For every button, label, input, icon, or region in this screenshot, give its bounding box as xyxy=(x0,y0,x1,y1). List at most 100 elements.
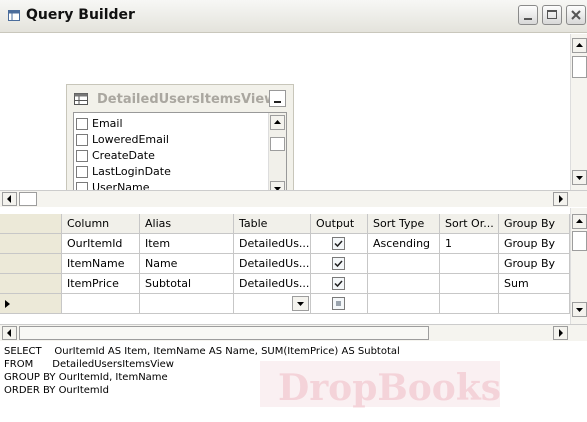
cell-output[interactable] xyxy=(311,294,368,314)
scroll-down-button[interactable] xyxy=(572,302,587,317)
scroll-up-button[interactable] xyxy=(572,214,587,229)
list-item[interactable]: CreateDate xyxy=(74,148,270,164)
column-checkbox[interactable] xyxy=(76,118,88,130)
cell-sort-order[interactable]: 1 xyxy=(440,234,499,254)
column-header[interactable]: Column xyxy=(62,214,140,234)
current-row-arrow-icon xyxy=(5,300,10,308)
title-bar[interactable]: Query Builder xyxy=(0,0,587,33)
close-icon xyxy=(571,10,581,20)
arrow-up-icon xyxy=(274,120,281,124)
minimize-button[interactable] xyxy=(518,5,538,25)
cell-column[interactable]: OurItemId xyxy=(62,234,140,254)
diagram-horizontal-scrollbar[interactable] xyxy=(0,190,587,207)
scroll-down-button[interactable] xyxy=(572,170,587,185)
cell-alias[interactable]: Item xyxy=(140,234,234,254)
output-checkbox[interactable] xyxy=(332,257,345,270)
scroll-up-button[interactable] xyxy=(270,115,285,130)
maximize-button[interactable] xyxy=(542,5,562,25)
cell-sort-type[interactable] xyxy=(368,294,440,314)
watermark-text: DropBooks xyxy=(278,367,500,409)
cell-group-by[interactable]: Sum xyxy=(499,274,570,294)
cell-column[interactable] xyxy=(62,294,140,314)
row-selector[interactable] xyxy=(0,254,62,274)
scroll-left-button[interactable] xyxy=(2,192,17,206)
cell-table[interactable]: DetailedUs... xyxy=(234,234,311,254)
cell-table[interactable]: DetailedUs... xyxy=(234,254,311,274)
cell-output[interactable] xyxy=(311,234,368,254)
sql-line[interactable]: ORDER BY OurItemId xyxy=(4,385,109,396)
scroll-right-button[interactable] xyxy=(553,326,568,340)
column-checkbox[interactable] xyxy=(76,166,88,178)
column-header[interactable]: Table xyxy=(234,214,311,234)
table-view-icon xyxy=(74,93,88,105)
cell-sort-order[interactable] xyxy=(440,294,499,314)
table-dropdown-button[interactable] xyxy=(292,296,309,311)
cell-sort-order[interactable] xyxy=(440,274,499,294)
column-header[interactable]: Output xyxy=(311,214,368,234)
grid-vertical-scrollbar[interactable] xyxy=(570,208,587,324)
column-checkbox[interactable] xyxy=(76,150,88,162)
table-column-list[interactable]: Email LoweredEmail CreateDate LastLoginD… xyxy=(73,112,287,200)
scroll-thumb[interactable] xyxy=(572,56,587,78)
diagram-pane[interactable]: DetailedUsersItemsView Email LoweredEmai… xyxy=(8,34,578,206)
scroll-up-button[interactable] xyxy=(572,38,587,53)
output-checkbox[interactable] xyxy=(332,237,345,250)
column-header[interactable]: Sort Type xyxy=(368,214,440,234)
column-header[interactable]: Alias xyxy=(140,214,234,234)
cell-sort-type[interactable]: Ascending xyxy=(368,234,440,254)
column-list-scrollbar[interactable] xyxy=(268,113,286,199)
cell-output[interactable] xyxy=(311,274,368,294)
watermark-logo: DropBooks xyxy=(260,361,500,409)
table-widget-title: DetailedUsersItemsView xyxy=(97,92,277,107)
grid-horizontal-scrollbar[interactable] xyxy=(0,324,587,341)
scroll-left-button[interactable] xyxy=(2,326,17,340)
cell-alias[interactable]: Name xyxy=(140,254,234,274)
cell-column[interactable]: ItemName xyxy=(62,254,140,274)
criteria-grid[interactable]: Column Alias Table Output Sort Type Sort… xyxy=(0,208,570,324)
sql-line[interactable]: GROUP BY OurItemId, ItemName xyxy=(4,372,168,383)
cell-sort-order[interactable] xyxy=(440,254,499,274)
arrow-down-icon xyxy=(576,308,583,312)
row-selector[interactable] xyxy=(0,274,62,294)
sql-line[interactable]: FROM DetailedUsersItemsView xyxy=(4,359,174,370)
cell-alias[interactable]: Subtotal xyxy=(140,274,234,294)
cell-group-by[interactable]: Group By xyxy=(499,254,570,274)
cell-table[interactable]: DetailedUs... xyxy=(234,274,311,294)
table-widget[interactable]: DetailedUsersItemsView Email LoweredEmai… xyxy=(66,84,294,206)
check-icon xyxy=(334,260,343,268)
cell-column[interactable]: ItemPrice xyxy=(62,274,140,294)
maximize-icon xyxy=(547,10,557,19)
list-item[interactable]: LoweredEmail xyxy=(74,132,270,148)
cell-table-dropdown[interactable] xyxy=(234,294,311,314)
output-checkbox[interactable] xyxy=(332,297,345,310)
column-checkbox[interactable] xyxy=(76,134,88,146)
cell-sort-type[interactable] xyxy=(368,254,440,274)
scroll-thumb[interactable] xyxy=(270,137,285,151)
list-item[interactable]: Email xyxy=(74,116,270,132)
arrow-right-icon xyxy=(559,329,563,337)
column-header[interactable]: Group By xyxy=(499,214,570,234)
minimize-icon xyxy=(524,18,532,20)
row-header-corner xyxy=(0,214,62,234)
scroll-thumb[interactable] xyxy=(19,326,429,340)
scroll-thumb[interactable] xyxy=(572,231,587,251)
column-name: Email xyxy=(92,117,123,130)
close-button[interactable] xyxy=(566,5,586,25)
column-header[interactable]: Sort Or... xyxy=(440,214,499,234)
scroll-thumb[interactable] xyxy=(19,192,37,206)
diagram-vertical-scrollbar[interactable] xyxy=(570,34,587,190)
arrow-up-icon xyxy=(576,219,583,223)
scroll-right-button[interactable] xyxy=(553,192,568,206)
cell-sort-type[interactable] xyxy=(368,274,440,294)
row-selector-current[interactable] xyxy=(0,294,62,314)
cell-group-by[interactable] xyxy=(499,294,570,314)
query-builder-icon xyxy=(8,10,20,21)
table-collapse-button[interactable] xyxy=(269,90,286,107)
cell-group-by[interactable]: Group By xyxy=(499,234,570,254)
cell-output[interactable] xyxy=(311,254,368,274)
list-item[interactable]: LastLoginDate xyxy=(74,164,270,180)
output-checkbox[interactable] xyxy=(332,277,345,290)
cell-alias[interactable] xyxy=(140,294,234,314)
column-name: LastLoginDate xyxy=(92,165,171,178)
row-selector[interactable] xyxy=(0,234,62,254)
